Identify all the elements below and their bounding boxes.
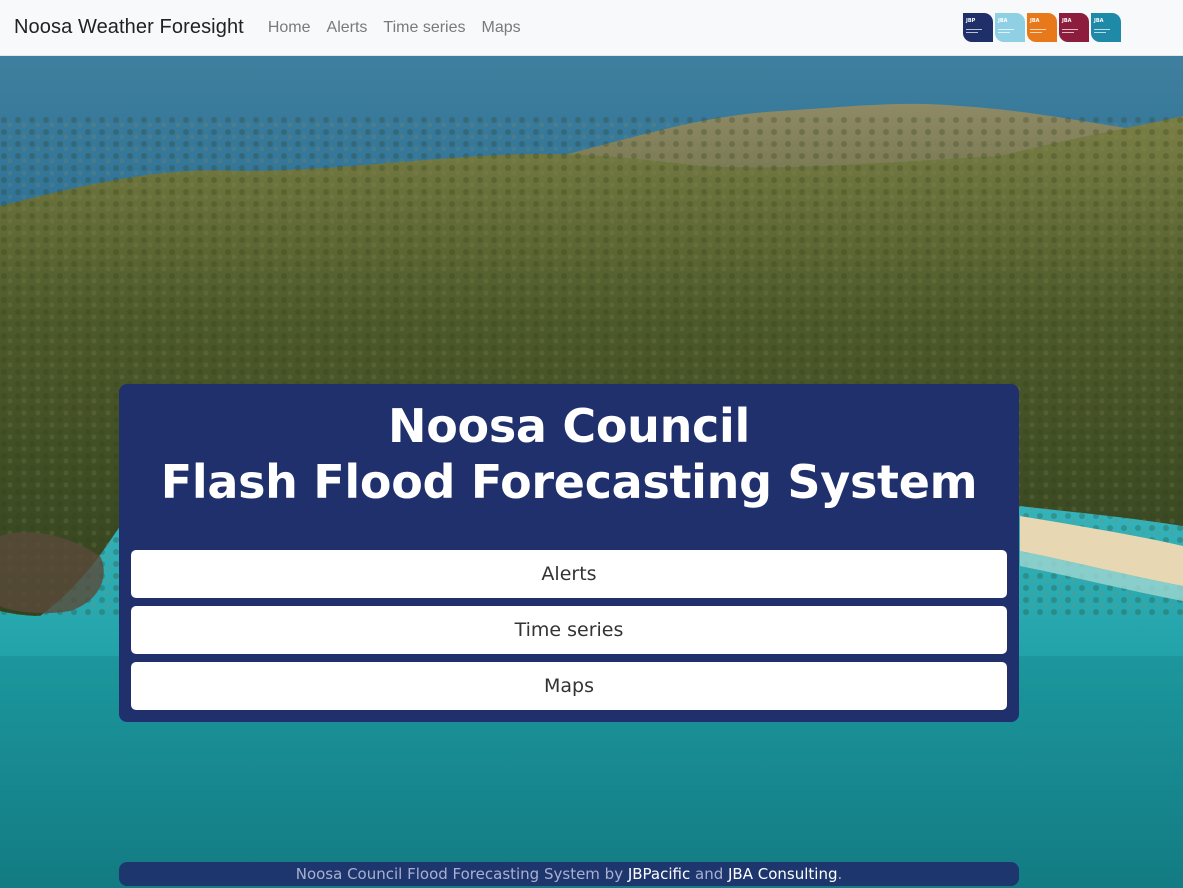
brand-link[interactable]: Noosa Weather Foresight: [14, 16, 244, 39]
partner-logos: JBP JBA JBA JBA JBA: [963, 13, 1123, 42]
jbpacific-link[interactable]: JBPacific: [628, 865, 690, 883]
top-navbar: Noosa Weather Foresight Home Alerts Time…: [0, 0, 1183, 56]
footer-credit: Noosa Council Flood Forecasting System b…: [119, 862, 1019, 886]
hero-title-line-2: Flash Flood Forecasting System: [160, 455, 978, 509]
maps-button[interactable]: Maps: [131, 662, 1007, 710]
jba-trust-logo: JBA: [1059, 13, 1089, 42]
jba-consulting-logo: JBA: [995, 13, 1025, 42]
nav-maps[interactable]: Maps: [482, 19, 521, 37]
jba-group-logo: JBA: [1091, 13, 1121, 42]
nav-links: Home Alerts Time series Maps: [268, 19, 537, 37]
hero-title-line-1: Noosa Council: [388, 399, 750, 453]
nav-home[interactable]: Home: [268, 19, 311, 37]
jba-risk-management-logo: JBA: [1027, 13, 1057, 42]
footer-suffix: .: [837, 865, 843, 883]
hero-panel: Noosa Council Flash Flood Forecasting Sy…: [119, 384, 1019, 722]
alerts-button[interactable]: Alerts: [131, 550, 1007, 598]
footer-middle: and: [690, 865, 728, 883]
nav-alerts[interactable]: Alerts: [327, 19, 368, 37]
hero-title: Noosa Council Flash Flood Forecasting Sy…: [119, 398, 1019, 510]
time-series-button[interactable]: Time series: [131, 606, 1007, 654]
footer-prefix: Noosa Council Flood Forecasting System b…: [295, 865, 628, 883]
jba-consulting-link[interactable]: JBA Consulting: [728, 865, 837, 883]
nav-time-series[interactable]: Time series: [383, 19, 465, 37]
jbp-logo: JBP: [963, 13, 993, 42]
